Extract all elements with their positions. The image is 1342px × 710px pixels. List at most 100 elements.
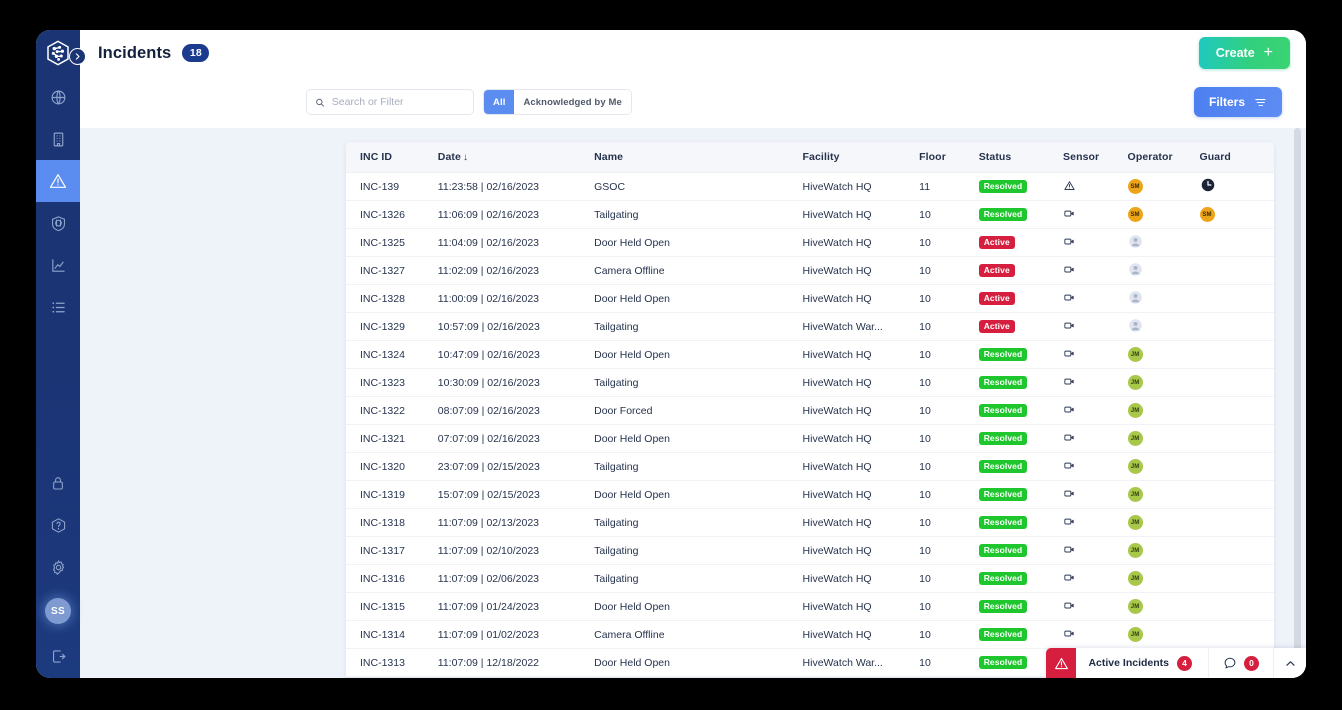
guard-avatar[interactable]: SM [1199,207,1215,223]
content-area: INC ID Date ↓ Name Facility Floor Status … [80,128,1306,678]
table-row[interactable]: INC-139 11:23:58 | 02/16/2023 GSOC HiveWatc… [346,172,1274,201]
cell-operator: JM [1127,396,1200,425]
table-row[interactable]: INC-1314 11:07:09 | 01/02/2023 Camera Offl… [346,620,1274,649]
video-camera-icon [1063,375,1076,388]
column-header-status[interactable]: Status [978,142,1064,173]
segment-acknowledged-by-me[interactable]: Acknowledged by Me [514,90,631,114]
cell-date: 07:07:09 | 02/16/2023 [437,424,595,453]
table-row[interactable]: INC-1326 11:06:09 | 02/16/2023 Tailgating H… [346,200,1274,229]
cell-sensor [1063,228,1128,257]
table-row[interactable]: INC-1328 11:00:09 | 02/16/2023 Door Held O… [346,284,1274,313]
column-header-operator[interactable]: Operator [1127,142,1200,173]
plus-icon: + [1263,44,1273,61]
user-avatar[interactable]: SS [36,588,80,634]
cell-inc-id: INC-1327 [346,256,438,285]
vertical-scrollbar[interactable] [1294,128,1301,668]
search-input[interactable] [331,96,465,108]
operator-avatar[interactable]: JM [1127,375,1143,391]
table-row[interactable]: INC-1324 10:47:09 | 02/16/2023 Door Held O… [346,340,1274,369]
cell-status: Active [978,284,1064,313]
cell-facility: HiveWatch HQ [802,424,920,453]
table-row[interactable]: INC-1323 10:30:09 | 02/16/2023 Tailgating H… [346,368,1274,397]
cell-status: Resolved [978,368,1064,397]
column-header-facility[interactable]: Facility [802,142,920,173]
operator-avatar[interactable]: JM [1127,599,1143,615]
cell-date: 11:07:09 | 12/18/2022 [437,648,595,677]
table-row[interactable]: INC-1329 10:57:09 | 02/16/2023 Tailgating H… [346,312,1274,341]
cell-sensor [1063,536,1128,565]
scrollbar-thumb[interactable] [1294,128,1301,668]
table-row[interactable]: INC-1321 07:07:09 | 02/16/2023 Door Held O… [346,424,1274,453]
cell-date: 11:07:09 | 01/02/2023 [437,620,595,649]
sidebar-item-settings[interactable] [36,546,80,588]
dock-alert-button[interactable] [1046,648,1077,678]
operator-avatar[interactable]: JM [1127,571,1143,587]
sidebar-item-access[interactable] [36,462,80,504]
dock-active-incidents[interactable]: Active Incidents 4 [1076,648,1209,678]
column-header-floor[interactable]: Floor [919,142,979,173]
cell-sensor [1063,368,1128,397]
cell-sensor [1063,564,1128,593]
operator-avatar[interactable]: JM [1127,543,1143,559]
column-header-date[interactable]: Date ↓ [437,142,595,173]
sidebar-item-analytics[interactable] [36,244,80,286]
cell-facility: HiveWatch War... [802,312,920,341]
table-row[interactable]: INC-1317 11:07:09 | 02/10/2023 Tailgating H… [346,536,1274,565]
alert-triangle-icon [1055,657,1068,669]
column-header-name[interactable]: Name [594,142,803,173]
sidebar-item-list[interactable] [36,286,80,328]
cell-guard [1199,424,1274,453]
cell-name: Tailgating [594,312,803,341]
column-header-sensor[interactable]: Sensor [1063,142,1128,173]
cell-operator: JM [1127,620,1200,649]
filters-button[interactable]: Filters [1193,87,1282,117]
operator-avatar[interactable]: JM [1127,487,1143,503]
column-header-guard[interactable]: Guard [1199,142,1274,173]
table-row[interactable]: INC-1315 11:07:09 | 01/24/2023 Door Held O… [346,592,1274,621]
table-row[interactable]: INC-1316 11:07:09 | 02/06/2023 Tailgating H… [346,564,1274,593]
sidebar-item-globe[interactable] [36,76,80,118]
cell-operator: JM [1127,452,1200,481]
cell-facility: HiveWatch HQ [802,340,920,369]
operator-avatar[interactable]: JM [1127,403,1143,419]
cell-operator: JM [1127,564,1200,593]
cell-sensor [1063,620,1128,649]
column-label: Name [594,151,624,163]
dock-chat-button[interactable]: 0 [1209,648,1274,678]
sidebar-item-incidents[interactable] [36,160,80,202]
operator-avatar[interactable]: JM [1127,515,1143,531]
table-row[interactable]: INC-1325 11:04:09 | 02/16/2023 Door Held O… [346,228,1274,257]
sidebar-item-help[interactable] [36,504,80,546]
table-row[interactable]: INC-1322 08:07:09 | 02/16/2023 Door Forced… [346,396,1274,425]
create-button[interactable]: Create + [1198,37,1290,69]
table-row[interactable]: INC-1319 15:07:09 | 02/15/2023 Door Held O… [346,480,1274,509]
dock-chat-count: 0 [1244,655,1259,671]
operator-avatar[interactable]: JM [1127,459,1143,475]
table-row[interactable]: INC-1327 11:02:09 | 02/16/2023 Camera Offl… [346,256,1274,285]
cell-status: Resolved [978,200,1064,229]
sidebar-item-buildings[interactable] [36,118,80,160]
column-header-inc-id[interactable]: INC ID [346,142,438,173]
status-badge: Resolved [978,403,1028,418]
table-row[interactable]: INC-1318 11:07:09 | 02/13/2023 Tailgating H… [346,508,1274,537]
dock-collapse-button[interactable] [1274,648,1306,678]
sidebar-expand-button[interactable] [69,48,86,65]
cell-floor: 10 [919,564,979,593]
column-label: Floor [919,151,946,163]
search-box[interactable] [306,89,474,115]
segment-all[interactable]: All [484,90,515,114]
operator-avatar[interactable]: JM [1127,431,1143,447]
cell-date: 15:07:09 | 02/15/2023 [437,480,595,509]
operator-avatar[interactable]: SM [1127,179,1143,195]
table-row[interactable]: INC-1320 23:07:09 | 02/15/2023 Tailgating H… [346,452,1274,481]
cell-guard [1199,396,1274,425]
sidebar-item-logout[interactable] [36,634,80,678]
status-badge: Resolved [978,207,1028,222]
operator-avatar[interactable]: JM [1127,347,1143,363]
cell-name: Door Held Open [594,424,803,453]
sidebar-item-security-badge[interactable] [36,202,80,244]
cell-name: Tailgating [594,536,803,565]
cell-operator: JM [1127,424,1200,453]
operator-avatar[interactable]: JM [1127,627,1143,643]
operator-avatar[interactable]: SM [1127,207,1143,223]
